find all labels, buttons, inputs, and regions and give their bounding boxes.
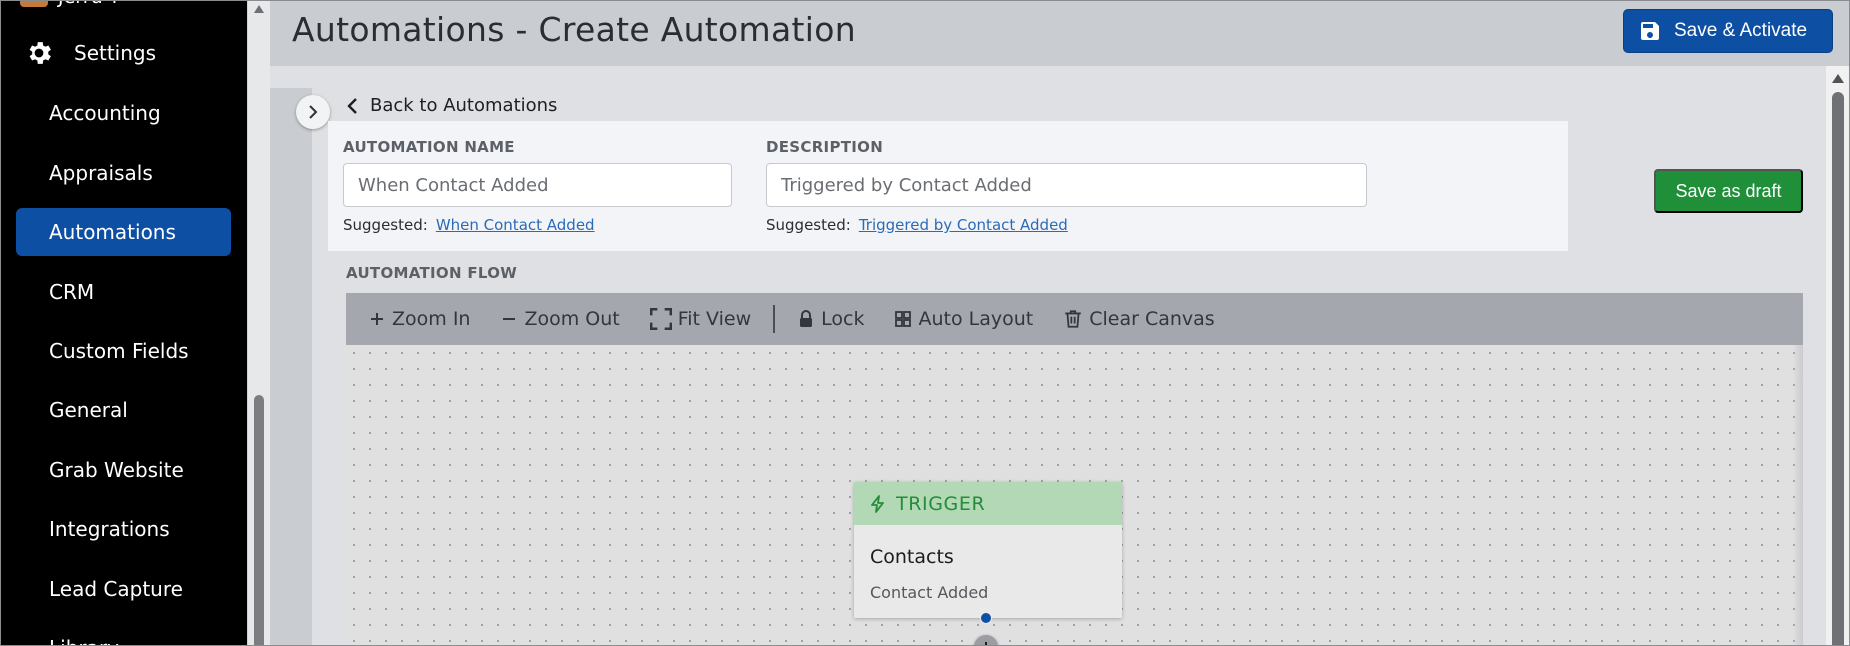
zoom-out-label: Zoom Out (524, 308, 620, 330)
scroll-up-arrow-icon[interactable] (254, 5, 264, 13)
grid-icon (895, 311, 912, 327)
main-scrollbar[interactable] (1826, 66, 1850, 646)
sidebar-item-automations[interactable]: Automations (16, 208, 231, 256)
sidebar-item-appraisals[interactable]: Appraisals (16, 149, 231, 197)
chevron-left-icon (347, 97, 357, 114)
flow-toolbar: Zoom In Zoom Out Fit View Lock Auto Layo… (346, 293, 1803, 345)
trigger-node[interactable]: TRIGGER Contacts Contact Added (854, 482, 1122, 618)
fit-view-button[interactable]: Fit View (649, 308, 752, 330)
zoom-out-button[interactable]: Zoom Out (500, 308, 620, 330)
scroll-up-arrow-icon[interactable] (1832, 74, 1844, 83)
sidebar-scrollbar[interactable] (247, 0, 270, 646)
suggested-prefix: Suggested: (343, 216, 428, 234)
back-to-automations-link[interactable]: Back to Automations (346, 95, 557, 116)
sidebar-item-grab-website[interactable]: Grab Website (16, 446, 231, 494)
sidebar-item-general[interactable]: General (16, 386, 231, 434)
trigger-node-title: Contacts (870, 546, 954, 568)
canvas-edge-shadow (1793, 345, 1803, 646)
sidebar-user-row[interactable]: Jerru T (20, 0, 120, 8)
collapsed-panel-rail (270, 88, 312, 646)
page-title: Automations - Create Automation (292, 10, 856, 49)
sidebar-item-crm[interactable]: CRM (16, 268, 231, 316)
description-input[interactable] (766, 163, 1367, 207)
automation-name-input[interactable] (343, 163, 732, 207)
trigger-node-header: TRIGGER (854, 482, 1122, 525)
lightning-bolt-icon (871, 494, 884, 513)
sidebar-settings-header[interactable]: Settings (24, 38, 156, 68)
fit-view-label: Fit View (677, 308, 752, 330)
zoom-in-label: Zoom In (392, 308, 471, 330)
plus-icon (981, 642, 991, 646)
automation-flow-label: AUTOMATION FLOW (346, 264, 518, 282)
lock-button[interactable]: Lock (797, 308, 864, 330)
trigger-node-type: TRIGGER (896, 492, 986, 515)
expand-panel-button[interactable] (296, 95, 330, 129)
flow-canvas[interactable]: TRIGGER Contacts Contact Added (346, 345, 1803, 646)
sidebar-scroll-thumb[interactable] (254, 395, 264, 646)
sidebar-item-lead-capture[interactable]: Lead Capture (16, 565, 231, 613)
sidebar-item-integrations[interactable]: Integrations (16, 505, 231, 553)
sidebar-item-library[interactable]: Library (16, 624, 231, 646)
description-label: DESCRIPTION (766, 138, 884, 156)
clear-canvas-label: Clear Canvas (1089, 308, 1215, 330)
lock-label: Lock (821, 308, 865, 330)
lock-icon (800, 310, 813, 327)
add-node-button[interactable] (974, 635, 998, 646)
app-root: Jerru T Settings Accounting Appraisals A… (0, 0, 1850, 646)
fit-view-icon (649, 308, 672, 330)
auto-layout-button[interactable]: Auto Layout (894, 308, 1033, 330)
sidebar-item-custom-fields[interactable]: Custom Fields (16, 327, 231, 375)
settings-label: Settings (74, 41, 157, 65)
minus-icon (503, 318, 516, 320)
suggested-prefix: Suggested: (766, 216, 851, 234)
gear-icon (29, 42, 51, 64)
sidebar: Jerru T Settings Accounting Appraisals A… (0, 0, 247, 646)
user-avatar (20, 0, 48, 7)
main-panel: Back to Automations AUTOMATION NAME Sugg… (270, 66, 1850, 646)
main-scroll-thumb[interactable] (1832, 92, 1844, 646)
automation-name-suggestion: Suggested: When Contact Added (343, 216, 595, 234)
back-link-label: Back to Automations (370, 95, 558, 116)
plus-icon (371, 313, 383, 325)
toolbar-divider (773, 305, 776, 333)
auto-layout-label: Auto Layout (918, 308, 1034, 330)
save-activate-button[interactable]: Save & Activate (1623, 9, 1833, 53)
node-output-handle[interactable] (980, 612, 992, 624)
trigger-node-subtitle: Contact Added (870, 583, 989, 602)
chevron-right-icon (309, 105, 318, 119)
automation-name-label: AUTOMATION NAME (343, 138, 515, 156)
description-suggestion: Suggested: Triggered by Contact Added (766, 216, 1068, 234)
suggested-name-link[interactable]: When Contact Added (436, 216, 595, 234)
save-activate-label: Save & Activate (1674, 20, 1808, 41)
zoom-in-button[interactable]: Zoom In (368, 308, 470, 330)
suggested-description-link[interactable]: Triggered by Contact Added (859, 216, 1068, 234)
page-header: Automations - Create Automation Save & A… (270, 0, 1850, 66)
sidebar-user-name: Jerru T (58, 0, 120, 8)
automation-details-card: AUTOMATION NAME Suggested: When Contact … (328, 121, 1568, 251)
save-as-draft-button[interactable]: Save as draft (1654, 169, 1803, 213)
floppy-disk-icon (1641, 22, 1659, 40)
trash-icon (1065, 310, 1081, 328)
clear-canvas-button[interactable]: Clear Canvas (1063, 308, 1215, 330)
sidebar-item-accounting[interactable]: Accounting (16, 89, 231, 137)
